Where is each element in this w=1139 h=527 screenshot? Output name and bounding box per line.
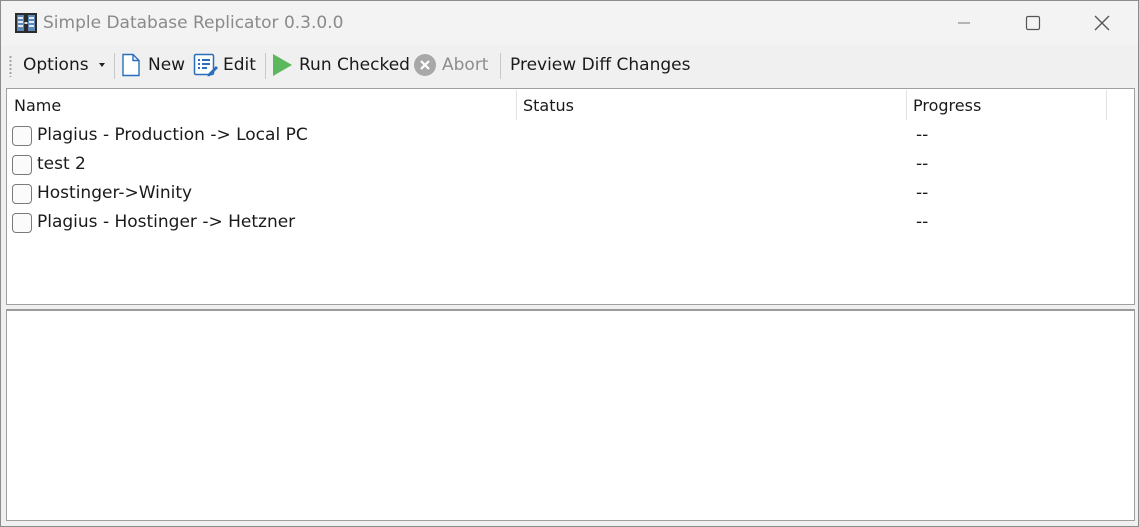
column-header-progress[interactable]: Progress (906, 89, 1106, 121)
row-checkbox[interactable] (12, 213, 32, 233)
edit-list-icon (193, 53, 218, 77)
new-label: New (148, 55, 186, 75)
minimize-button[interactable] (929, 1, 999, 45)
play-icon (273, 54, 292, 76)
column-divider[interactable] (1106, 90, 1107, 120)
row-progress: -- (916, 154, 929, 174)
row-checkbox[interactable] (12, 126, 32, 146)
row-name: test 2 (37, 154, 86, 174)
log-panel[interactable] (6, 309, 1135, 521)
database-replicator-icon (15, 13, 37, 33)
options-dropdown-button[interactable]: Options (23, 50, 109, 80)
row-name: Plagius - Hostinger -> Hetzner (37, 212, 296, 232)
row-name: Plagius - Production -> Local PC (37, 125, 308, 145)
abort-label: Abort (442, 55, 489, 75)
main-window: Simple Database Replicator 0.3.0.0 Optio… (0, 0, 1139, 527)
list-item[interactable]: Plagius - Hostinger -> Hetzner -- (7, 208, 1134, 237)
toolbar: Options New Edit Run Checked Abort Previ… (1, 45, 1138, 87)
list-item[interactable]: test 2 -- (7, 150, 1134, 179)
run-checked-label: Run Checked (299, 55, 410, 75)
minimize-icon (958, 22, 970, 24)
replication-list[interactable]: Name Status Progress Plagius - Productio… (6, 88, 1135, 305)
list-item[interactable]: Hostinger->Winity -- (7, 179, 1134, 208)
chevron-down-icon (98, 63, 105, 67)
abort-button[interactable]: Abort (413, 50, 488, 80)
window-title: Simple Database Replicator 0.3.0.0 (43, 13, 344, 33)
edit-label: Edit (223, 55, 256, 75)
new-button[interactable]: New (120, 50, 185, 80)
options-label: Options (23, 55, 89, 75)
close-icon (1094, 15, 1110, 31)
row-checkbox[interactable] (12, 184, 32, 204)
column-header-label: Status (523, 95, 574, 115)
column-header-status[interactable]: Status (516, 89, 906, 121)
preview-diff-label: Preview Diff Changes (510, 55, 691, 75)
run-checked-button[interactable]: Run Checked (271, 50, 410, 80)
toolbar-separator (114, 53, 115, 79)
row-progress: -- (916, 183, 929, 203)
toolbar-separator (265, 53, 266, 79)
column-header-label: Name (14, 95, 62, 115)
toolbar-grip[interactable] (9, 55, 12, 77)
log-text (7, 311, 1134, 319)
list-item[interactable]: Plagius - Production -> Local PC -- (7, 121, 1134, 150)
preview-diff-button[interactable]: Preview Diff Changes (510, 50, 690, 80)
document-icon (122, 53, 140, 77)
cancel-circle-icon (414, 54, 436, 76)
row-checkbox[interactable] (12, 155, 32, 175)
maximize-button[interactable] (998, 1, 1068, 45)
title-bar[interactable]: Simple Database Replicator 0.3.0.0 (1, 1, 1138, 45)
edit-button[interactable]: Edit (193, 50, 256, 80)
toolbar-separator (500, 53, 501, 79)
row-name: Hostinger->Winity (37, 183, 193, 203)
column-header-name[interactable]: Name (7, 89, 516, 121)
row-progress: -- (916, 125, 929, 145)
maximize-icon (1025, 15, 1041, 31)
column-header-label: Progress (913, 95, 982, 115)
close-button[interactable] (1067, 1, 1137, 45)
row-progress: -- (916, 212, 929, 232)
